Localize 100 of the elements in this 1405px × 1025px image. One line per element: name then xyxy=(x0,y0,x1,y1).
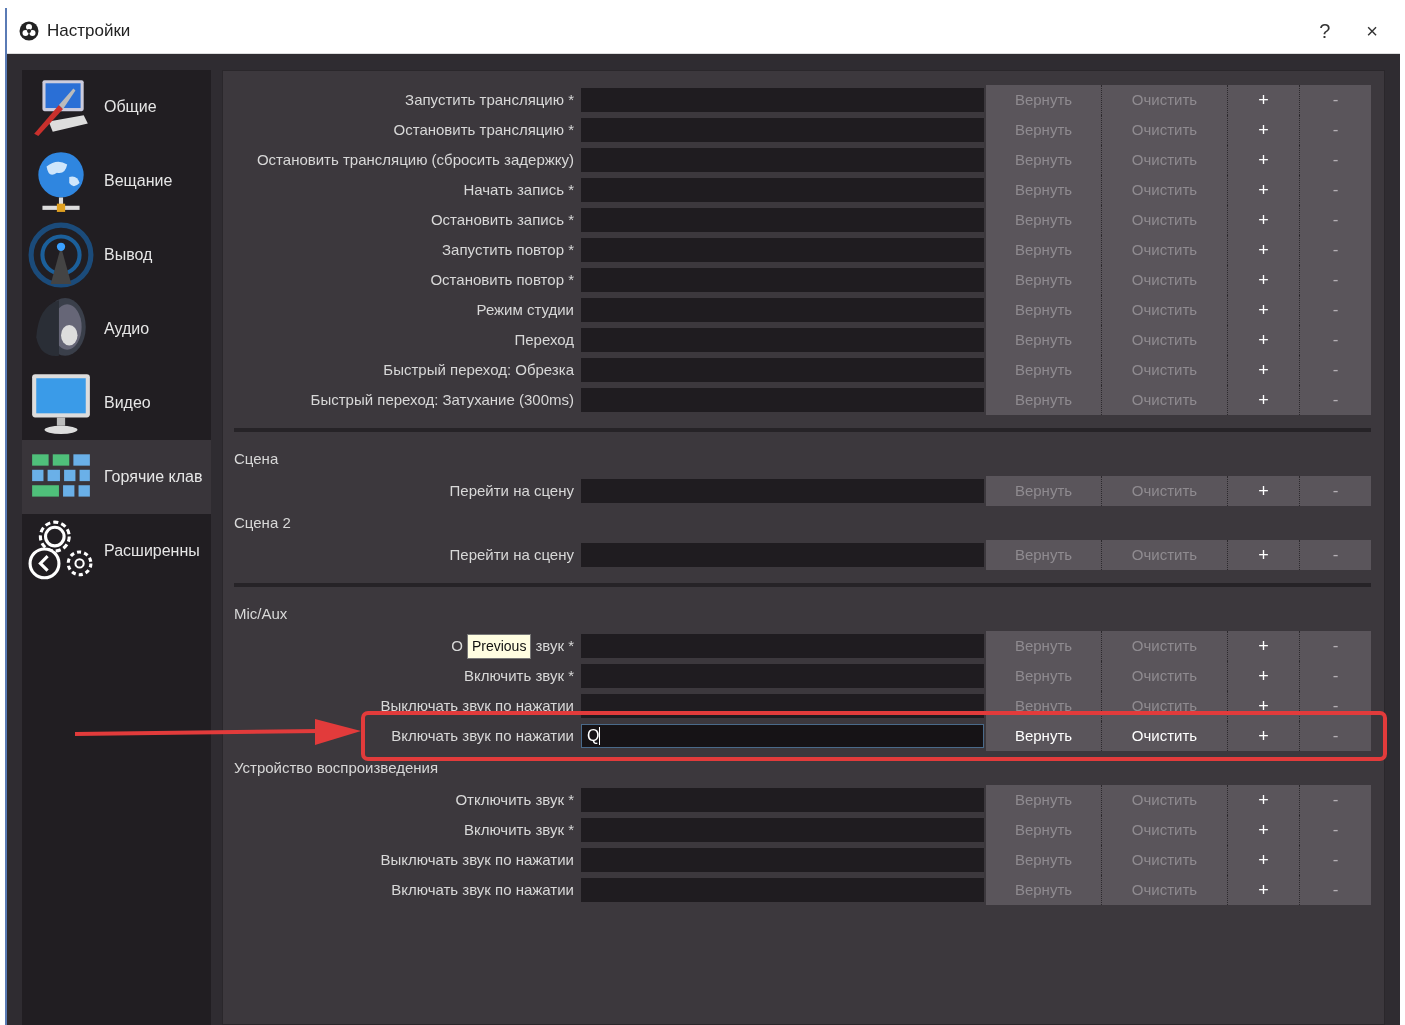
hotkey-label: Включить звук * xyxy=(462,819,574,840)
remove-button[interactable]: - xyxy=(1300,235,1371,265)
add-button[interactable]: + xyxy=(1228,295,1300,325)
add-button[interactable]: + xyxy=(1228,265,1300,295)
add-button[interactable]: + xyxy=(1228,205,1300,235)
hotkey-label: Включать звук по нажатии xyxy=(390,725,574,746)
hotkey-field[interactable]: Q xyxy=(581,724,984,748)
add-button[interactable]: + xyxy=(1228,175,1300,205)
sidebar-item[interactable]: Видео xyxy=(22,366,211,440)
remove-button[interactable]: - xyxy=(1300,265,1371,295)
sidebar-label: Видео xyxy=(104,393,151,413)
remove-button[interactable]: - xyxy=(1300,175,1371,205)
window-title: Настройки xyxy=(47,19,131,42)
close-button[interactable]: × xyxy=(1356,20,1388,41)
remove-button[interactable]: - xyxy=(1300,721,1371,751)
hotkey-field[interactable] xyxy=(581,208,984,232)
hotkey-label: Быстрый переход: Затухание (300ms) xyxy=(309,389,574,410)
add-button[interactable]: + xyxy=(1228,785,1300,815)
hotkey-field[interactable] xyxy=(581,818,984,842)
add-button[interactable]: + xyxy=(1228,661,1300,691)
remove-button[interactable]: - xyxy=(1300,661,1371,691)
remove-button[interactable]: - xyxy=(1300,631,1371,661)
tooltip: Previous xyxy=(466,633,532,659)
add-button[interactable]: + xyxy=(1228,355,1300,385)
remove-button[interactable]: - xyxy=(1300,385,1371,415)
add-button[interactable]: + xyxy=(1228,235,1300,265)
hotkey-field[interactable] xyxy=(581,298,984,322)
remove-button[interactable]: - xyxy=(1300,85,1371,115)
add-button[interactable]: + xyxy=(1228,631,1300,661)
remove-button[interactable]: - xyxy=(1300,815,1371,845)
hotkey-label: Остановить запись * xyxy=(429,209,574,230)
hotkey-label: Быстрый переход: Обрезка xyxy=(382,359,574,380)
add-button[interactable]: + xyxy=(1228,540,1300,570)
hotkey-label: Перейти на сцену xyxy=(448,480,574,501)
hotkey-field[interactable] xyxy=(581,148,984,172)
add-button[interactable]: + xyxy=(1228,115,1300,145)
remove-button[interactable]: - xyxy=(1300,325,1371,355)
hotkey-field[interactable] xyxy=(581,848,984,872)
remove-button[interactable]: - xyxy=(1300,295,1371,325)
group-title: Устройство воспроизведения xyxy=(234,757,440,778)
add-button[interactable]: + xyxy=(1228,815,1300,845)
hotkey-field[interactable] xyxy=(581,634,984,658)
hotkey-label: Остановить трансляцию * xyxy=(392,119,574,140)
sidebar-label: Вещание xyxy=(104,171,173,191)
sidebar-label: Вывод xyxy=(104,245,153,265)
add-button[interactable]: + xyxy=(1228,325,1300,355)
add-button[interactable]: + xyxy=(1228,476,1300,506)
remove-button[interactable]: - xyxy=(1300,875,1371,905)
logo-icon xyxy=(19,20,39,41)
hotkey-field[interactable] xyxy=(581,118,984,142)
remove-button[interactable]: - xyxy=(1300,476,1371,506)
add-button[interactable]: + xyxy=(1228,85,1300,115)
sidebar-item[interactable]: Вывод xyxy=(22,218,211,292)
sidebar-item[interactable]: Горячие клав xyxy=(22,440,211,514)
hotkey-field[interactable] xyxy=(581,388,984,412)
add-button[interactable]: + xyxy=(1228,145,1300,175)
sidebar-label: Аудио xyxy=(104,319,150,339)
remove-button[interactable]: - xyxy=(1300,145,1371,175)
add-button[interactable]: + xyxy=(1228,721,1300,751)
help-button[interactable]: ? xyxy=(1309,20,1341,41)
hotkey-field[interactable] xyxy=(581,664,984,688)
hotkey-field[interactable] xyxy=(581,479,984,503)
hotkey-label: звук * xyxy=(535,635,574,656)
hotkey-label: Отключить звук * xyxy=(454,789,574,810)
remove-button[interactable]: - xyxy=(1300,205,1371,235)
remove-button[interactable]: - xyxy=(1300,115,1371,145)
sidebar-item[interactable]: Аудио xyxy=(22,292,211,366)
clear-button[interactable]: Очистить xyxy=(1102,721,1228,751)
hotkey-field[interactable] xyxy=(581,878,984,902)
remove-button[interactable]: - xyxy=(1300,355,1371,385)
group-title: Сцена xyxy=(234,448,280,469)
sidebar-item[interactable]: Вещание xyxy=(22,144,211,218)
add-button[interactable]: + xyxy=(1228,845,1300,875)
antenna-icon xyxy=(28,222,94,288)
hotkey-label: О xyxy=(451,635,463,656)
remove-button[interactable]: - xyxy=(1300,845,1371,875)
hotkey-label: Запустить трансляцию * xyxy=(404,89,574,110)
hotkey-label: Включать звук по нажатии xyxy=(390,879,574,900)
hotkey-field[interactable] xyxy=(581,788,984,812)
hotkey-field[interactable] xyxy=(581,328,984,352)
hotkey-label: Остановить повтор * xyxy=(429,269,574,290)
sidebar-item[interactable]: Расширенны xyxy=(22,514,211,588)
revert-button[interactable]: Вернуть xyxy=(986,721,1102,751)
remove-button[interactable]: - xyxy=(1300,540,1371,570)
sidebar-item[interactable]: Общие xyxy=(22,70,211,144)
hotkey-field[interactable] xyxy=(581,543,984,567)
group-title: Сцена 2 xyxy=(234,512,292,533)
sidebar-label: Горячие клав xyxy=(104,467,203,487)
hotkey-field[interactable] xyxy=(581,238,984,262)
hotkey-label: Выключать звук по нажатии xyxy=(379,849,574,870)
add-button[interactable]: + xyxy=(1228,385,1300,415)
hotkey-field[interactable] xyxy=(581,178,984,202)
hotkey-field[interactable] xyxy=(581,268,984,292)
hotkey-label: Запустить повтор * xyxy=(441,239,574,260)
remove-button[interactable]: - xyxy=(1300,785,1371,815)
add-button[interactable]: + xyxy=(1228,875,1300,905)
group-title: Mic/Aux xyxy=(234,603,289,624)
sidebar-label: Общие xyxy=(104,97,157,117)
hotkey-field[interactable] xyxy=(581,358,984,382)
hotkey-field[interactable] xyxy=(581,88,984,112)
